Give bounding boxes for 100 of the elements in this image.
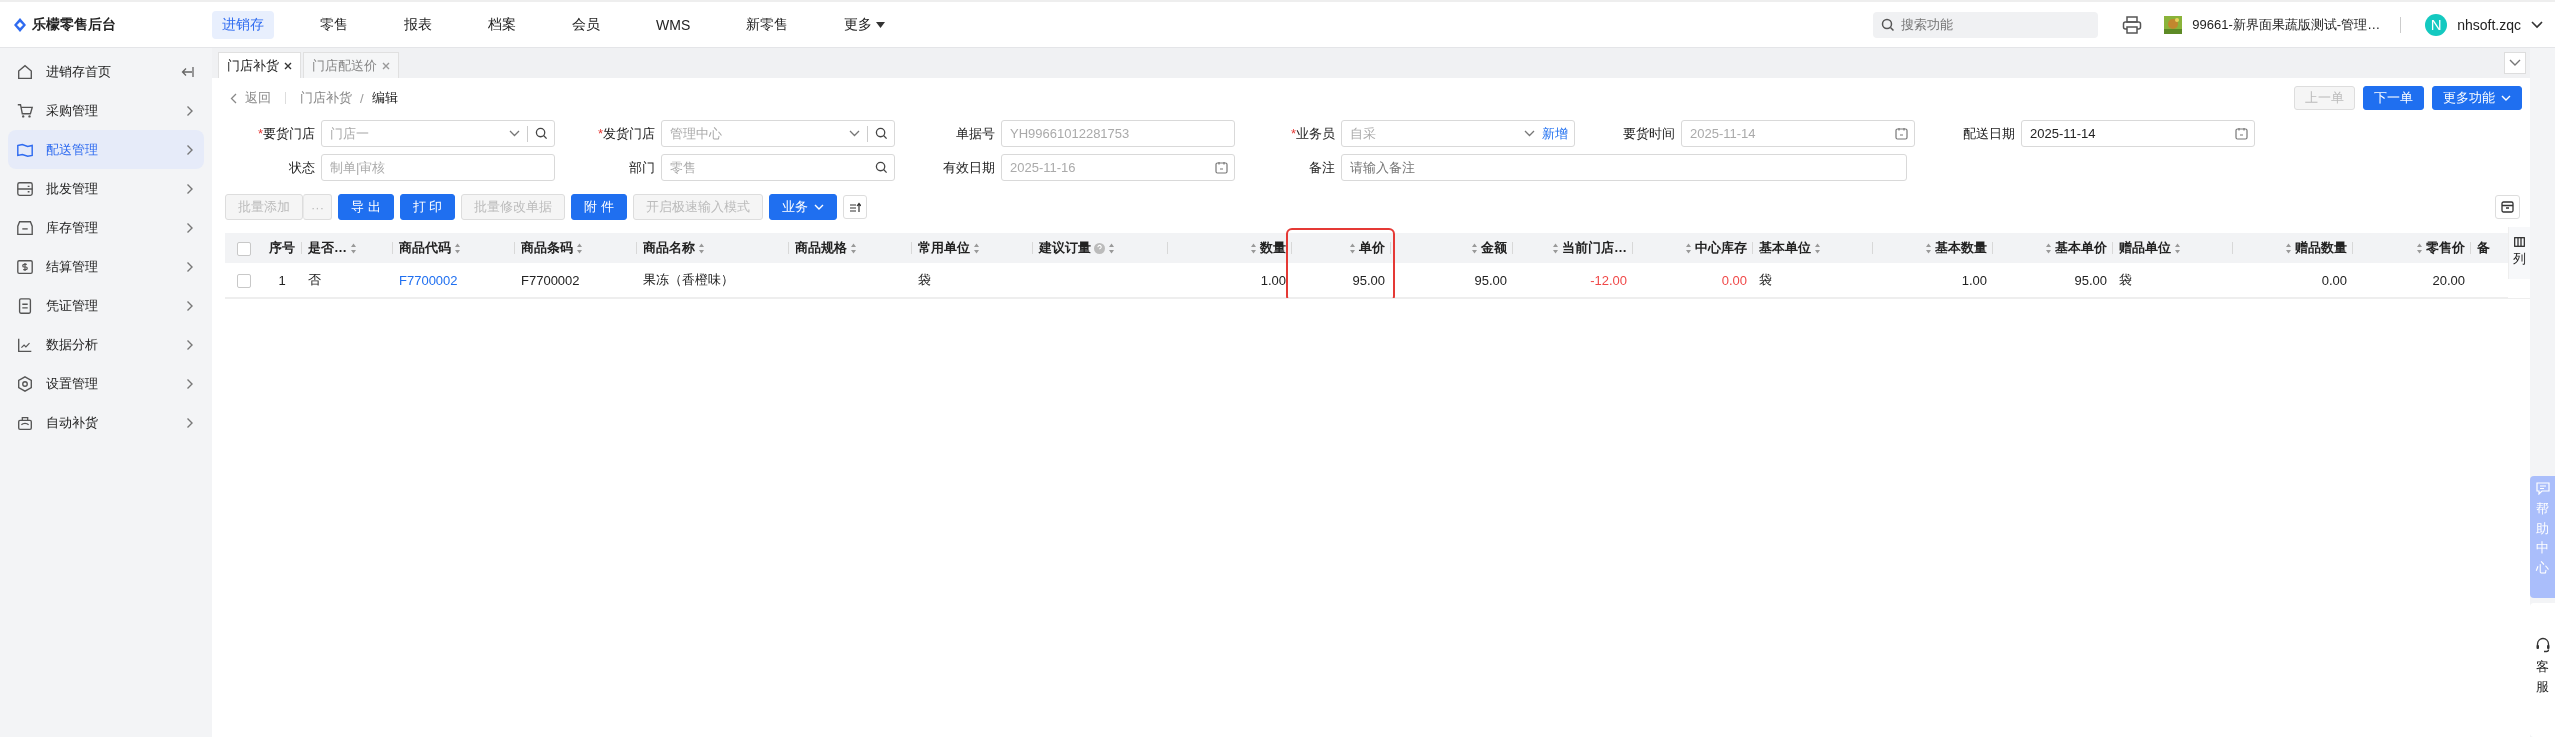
select-all-checkbox[interactable] [236,241,251,256]
column-header[interactable]: 是否… [302,233,393,263]
column-settings-button[interactable]: 列 [2508,227,2530,279]
nav-menu-item[interactable]: WMS [646,10,701,39]
field-label: 单据号 [955,124,995,143]
sort-icon [2285,242,2292,254]
column-header[interactable]: 商品代码 [393,233,515,263]
column-header[interactable]: 当前门店… [1513,233,1633,263]
sidebar-item[interactable]: 采购管理 [8,91,204,130]
nav-menu-item[interactable]: 报表 [394,10,442,39]
column-header[interactable]: 商品规格 [789,233,912,263]
column-header[interactable]: 赠品单位 [2113,233,2233,263]
back-link[interactable]: 返回 [230,89,271,107]
column-header[interactable]: 基本单价 [1993,233,2113,263]
table-cell: 否 [308,272,321,287]
table-cell: 袋 [1759,272,1772,287]
sort-icon [1685,242,1692,254]
chevron-right-icon [186,338,194,351]
headset-icon [2534,637,2551,653]
chevron-down-icon[interactable] [2531,20,2543,29]
sort-icon [1250,242,1257,254]
field-label: 状态 [288,158,315,177]
chevron-right-icon [186,377,194,390]
toolbar-button[interactable]: 附 件 [571,194,627,220]
field-label: 部门 [628,158,655,177]
column-header[interactable]: 零售价 [2353,233,2471,263]
product-code-link[interactable]: F7700002 [399,272,458,288]
column-header[interactable]: 商品名称 [637,233,789,263]
sidebar-item[interactable]: 自动补货 [8,403,204,442]
note-field[interactable]: 请输入备注 [1341,154,1907,181]
tab[interactable]: 门店补货 [218,52,301,78]
field-label: 配送日期 [1962,124,2015,143]
column-header[interactable]: 建议订量 [1033,233,1168,263]
chevron-down-icon [2509,59,2521,67]
toolbar-button[interactable]: 导 出 [338,194,394,220]
breadcrumb-item[interactable]: 门店补货 [300,89,352,107]
store-name[interactable]: 99661-新界面果蔬版测试-管理… [2192,15,2381,34]
column-header[interactable]: 商品条码 [515,233,637,263]
collapse-icon[interactable] [180,65,194,78]
chevron-right-icon [186,104,194,117]
table-cell: 95.00 [1352,272,1385,288]
column-header[interactable]: 基本单位 [1753,233,1873,263]
toolbar-button[interactable]: 业务 [768,194,837,220]
sort-icon [1925,242,1932,254]
sort-button[interactable] [842,195,867,219]
tray-icon [16,218,34,237]
search-field[interactable]: 搜索功能 [1873,11,2099,38]
toolbar-button[interactable]: 打 印 [399,194,456,220]
row-checkbox[interactable] [236,273,251,288]
field-label: 有效日期 [942,158,995,177]
column-header[interactable]: 赠品数量 [2233,233,2353,263]
pager-button[interactable]: 下一单 [2363,86,2424,110]
close-icon[interactable] [284,61,292,70]
column-header[interactable]: 基本数量 [1873,233,1993,263]
sidebar-item[interactable]: 凭证管理 [8,286,204,325]
input-field[interactable]: 2025-11-14 [2021,120,2255,147]
nav-menu-item[interactable]: 更多 [834,10,896,39]
nav-menu-item[interactable]: 进销存 [212,10,274,39]
sidebar-item[interactable]: 配送管理 [8,130,204,169]
column-header: 序号 [262,233,302,263]
customer-service-button[interactable]: 客服 [2530,603,2555,737]
field-label: *业务员 [1289,124,1335,143]
sort-icon [1471,242,1478,254]
pager-button[interactable]: 更多功能 [2432,86,2522,110]
column-header[interactable]: 常用单位 [912,233,1033,263]
column-header[interactable]: 金额 [1391,233,1513,263]
chevron-right-icon [186,260,194,273]
sort-icon [850,242,857,254]
sidebar-item[interactable]: 数据分析 [8,325,204,364]
sidebar-item[interactable]: 进销存首页 [8,52,204,91]
table-cell: 1.00 [1961,272,1987,288]
nav-menu-item[interactable]: 新零售 [736,10,799,39]
dollar-icon [16,257,34,276]
column-header[interactable]: 数量 [1168,233,1292,263]
table-cell: 20.00 [2432,272,2465,288]
table-cell: 1 [278,272,286,288]
user-name[interactable]: nhsoft.zqc [2457,16,2521,33]
printer-icon[interactable] [2122,15,2143,34]
hexagon-icon [16,374,34,393]
sidebar-item[interactable]: 批发管理 [8,169,204,208]
nav-menu-item[interactable]: 会员 [562,10,610,39]
sidebar-item[interactable]: 库存管理 [8,208,204,247]
table-cell: -12.00 [1590,272,1627,288]
column-header[interactable]: 单价 [1292,233,1391,263]
table-cell: F7700002 [521,272,580,288]
field-label: 备注 [1308,158,1335,177]
chevron-left-icon [230,92,237,104]
calendar-icon[interactable] [2235,127,2248,140]
chevron-down-icon [813,203,824,211]
chevron-right-icon [186,182,194,195]
sidebar-item[interactable]: 结算管理 [8,247,204,286]
archive-button[interactable] [2495,195,2520,219]
breadcrumb-item: 编辑 [371,89,398,107]
sidebar-item[interactable]: 设置管理 [8,364,204,403]
sort-icon [350,242,357,254]
sort-icon [1552,242,1559,254]
column-header[interactable]: 中心库存 [1633,233,1753,263]
tab-list-button[interactable] [2504,52,2526,74]
nav-menu-item[interactable]: 零售 [310,10,358,39]
nav-menu-item[interactable]: 档案 [478,10,526,39]
